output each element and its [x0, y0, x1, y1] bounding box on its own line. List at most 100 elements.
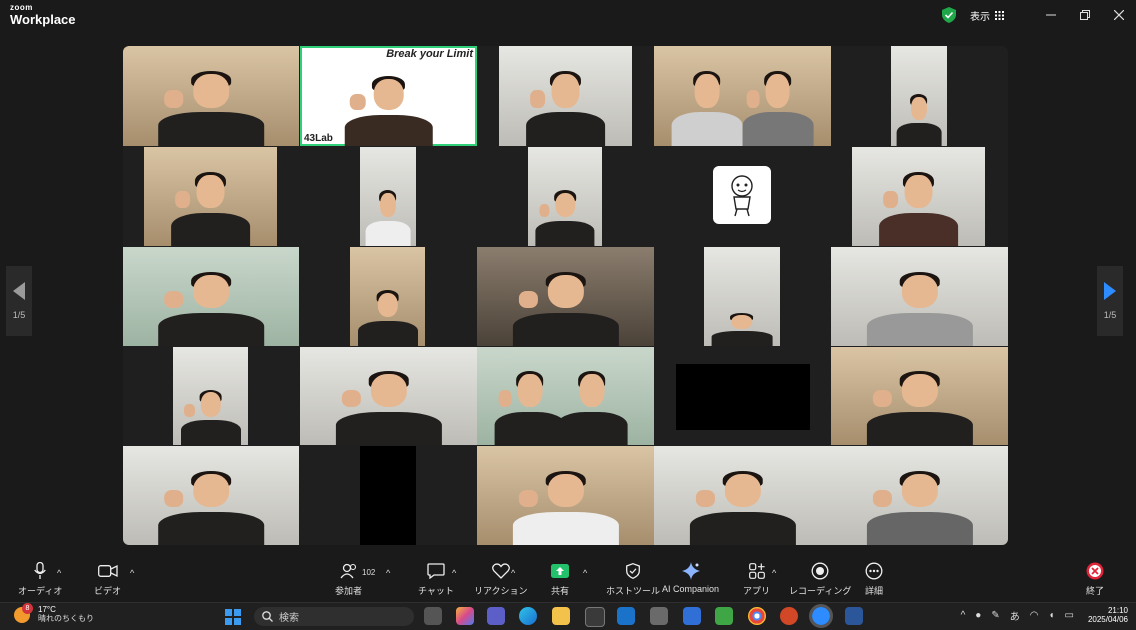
- participant-figure: [512, 267, 619, 346]
- participant-figure: [866, 466, 973, 545]
- heart-icon: [491, 563, 510, 579]
- microsoft-store-icon[interactable]: [585, 607, 605, 627]
- previous-page-button[interactable]: 1/5: [6, 266, 32, 336]
- participant-video[interactable]: [831, 347, 1008, 445]
- end-meeting-button[interactable]: 終了: [1085, 562, 1105, 597]
- participant-video[interactable]: [831, 247, 1008, 346]
- participant-figure: [689, 466, 796, 545]
- participant-video[interactable]: [144, 147, 277, 246]
- sparkle-icon: [681, 562, 700, 580]
- battery-icon[interactable]: ▭: [1065, 610, 1074, 621]
- audio-button[interactable]: オーディオ: [18, 562, 62, 597]
- participant-video[interactable]: [477, 347, 654, 445]
- audio-options-caret-icon[interactable]: ^: [57, 568, 61, 578]
- participant-avatar-card[interactable]: [713, 166, 771, 224]
- view-button[interactable]: 表示: [970, 8, 1004, 23]
- logo-small-text: zoom: [10, 3, 33, 12]
- chrome-icon[interactable]: [748, 607, 766, 625]
- participant-figure: [866, 267, 973, 346]
- reactions-options-caret-icon[interactable]: ^: [511, 568, 515, 578]
- participant-video[interactable]: [831, 446, 1008, 545]
- participant-figure: [556, 367, 628, 445]
- more-button[interactable]: 詳細: [864, 562, 884, 597]
- participant-video[interactable]: [350, 247, 425, 346]
- record-icon: [811, 562, 829, 580]
- end-label: 終了: [1085, 586, 1104, 596]
- recording-button[interactable]: レコーディング: [789, 562, 851, 597]
- minimize-button[interactable]: [1034, 0, 1068, 30]
- participant-video[interactable]: [123, 446, 299, 545]
- apps-button[interactable]: アプリ: [743, 562, 770, 597]
- video-options-caret-icon[interactable]: ^: [130, 568, 134, 578]
- participant-video[interactable]: [654, 46, 831, 146]
- participant-video[interactable]: [528, 147, 602, 246]
- meeting-controls: オーディオ ^ ビデオ ^ 参加者 102 ^ チャット ^ リアクション ^ …: [0, 556, 1136, 602]
- participant-video[interactable]: [891, 46, 947, 146]
- participant-video[interactable]: [852, 147, 985, 246]
- start-menu-icon[interactable]: [225, 609, 241, 625]
- reactions-button[interactable]: リアクション: [474, 562, 528, 597]
- onedrive-icon[interactable]: ●: [975, 610, 981, 621]
- close-window-button[interactable]: [1102, 0, 1136, 30]
- chat-button[interactable]: チャット: [418, 562, 454, 597]
- copilot-icon[interactable]: [456, 607, 474, 625]
- edge-browser-icon[interactable]: [519, 607, 537, 625]
- video-off-tile[interactable]: [360, 446, 416, 545]
- participant-video[interactable]: [477, 446, 654, 545]
- chat-options-caret-icon[interactable]: ^: [452, 568, 456, 578]
- participant-figure: [878, 167, 959, 246]
- participant-figure: [494, 367, 566, 445]
- host-figure: [344, 71, 433, 146]
- host-tools-label: ホストツール: [606, 586, 661, 596]
- mail-icon[interactable]: [617, 607, 635, 625]
- search-placeholder: 検索: [279, 613, 299, 624]
- meeting-stage: 1/5 Break your Limit 43Lab 1/5: [0, 30, 1136, 556]
- ime-indicator[interactable]: あ: [1010, 608, 1020, 623]
- security-shield-icon[interactable]: [942, 7, 956, 23]
- active-speaker-video[interactable]: Break your Limit 43Lab: [300, 46, 477, 146]
- powerpoint-icon[interactable]: [780, 607, 798, 625]
- participants-button[interactable]: 参加者: [335, 562, 362, 597]
- teams-icon[interactable]: [487, 607, 505, 625]
- video-off-tile[interactable]: [676, 364, 810, 430]
- participant-video[interactable]: [654, 446, 831, 545]
- apps-grid-icon: [748, 563, 765, 579]
- participant-video[interactable]: [123, 46, 299, 146]
- zoom-app-icon[interactable]: [809, 604, 833, 628]
- chevron-up-icon[interactable]: ^: [961, 610, 966, 621]
- app-icon[interactable]: [715, 607, 733, 625]
- next-page-button[interactable]: 1/5: [1097, 266, 1123, 336]
- wifi-icon[interactable]: ◠: [1030, 610, 1039, 621]
- participants-options-caret-icon[interactable]: ^: [386, 568, 390, 578]
- settings-app-icon[interactable]: [650, 607, 668, 625]
- participant-video[interactable]: [360, 147, 416, 246]
- taskbar-search-box[interactable]: 検索: [254, 607, 414, 626]
- share-button[interactable]: 共有: [550, 562, 570, 597]
- volume-icon[interactable]: ◖: [1048, 610, 1054, 621]
- weather-widget[interactable]: 8 17°C 晴れのちくもり: [14, 602, 94, 624]
- ai-companion-label: AI Companion: [662, 584, 720, 594]
- cartoon-avatar-icon: [731, 175, 753, 217]
- page-indicator-left: 1/5: [12, 310, 26, 320]
- file-explorer-icon[interactable]: [552, 607, 570, 625]
- video-button[interactable]: ビデオ: [94, 562, 121, 597]
- end-call-icon: [1086, 562, 1104, 580]
- participant-video[interactable]: [300, 347, 477, 445]
- app-icon[interactable]: [683, 607, 701, 625]
- task-view-icon[interactable]: [424, 607, 442, 625]
- apps-options-caret-icon[interactable]: ^: [772, 568, 776, 578]
- share-options-caret-icon[interactable]: ^: [583, 568, 587, 578]
- word-icon[interactable]: [845, 607, 863, 625]
- participant-video[interactable]: [477, 247, 654, 346]
- participant-video[interactable]: [173, 347, 248, 445]
- participant-figure: [170, 167, 251, 246]
- ai-companion-button[interactable]: AI Companion: [662, 562, 719, 594]
- pen-icon[interactable]: ✎: [991, 610, 999, 621]
- participant-video[interactable]: [123, 247, 299, 346]
- participant-video[interactable]: [499, 46, 632, 146]
- restore-button[interactable]: [1068, 0, 1102, 30]
- taskbar-clock[interactable]: 21:10 2025/04/06: [1088, 606, 1128, 624]
- participants-label: 参加者: [335, 586, 363, 596]
- participant-video[interactable]: [704, 247, 780, 346]
- host-tools-button[interactable]: ホストツール: [606, 562, 660, 597]
